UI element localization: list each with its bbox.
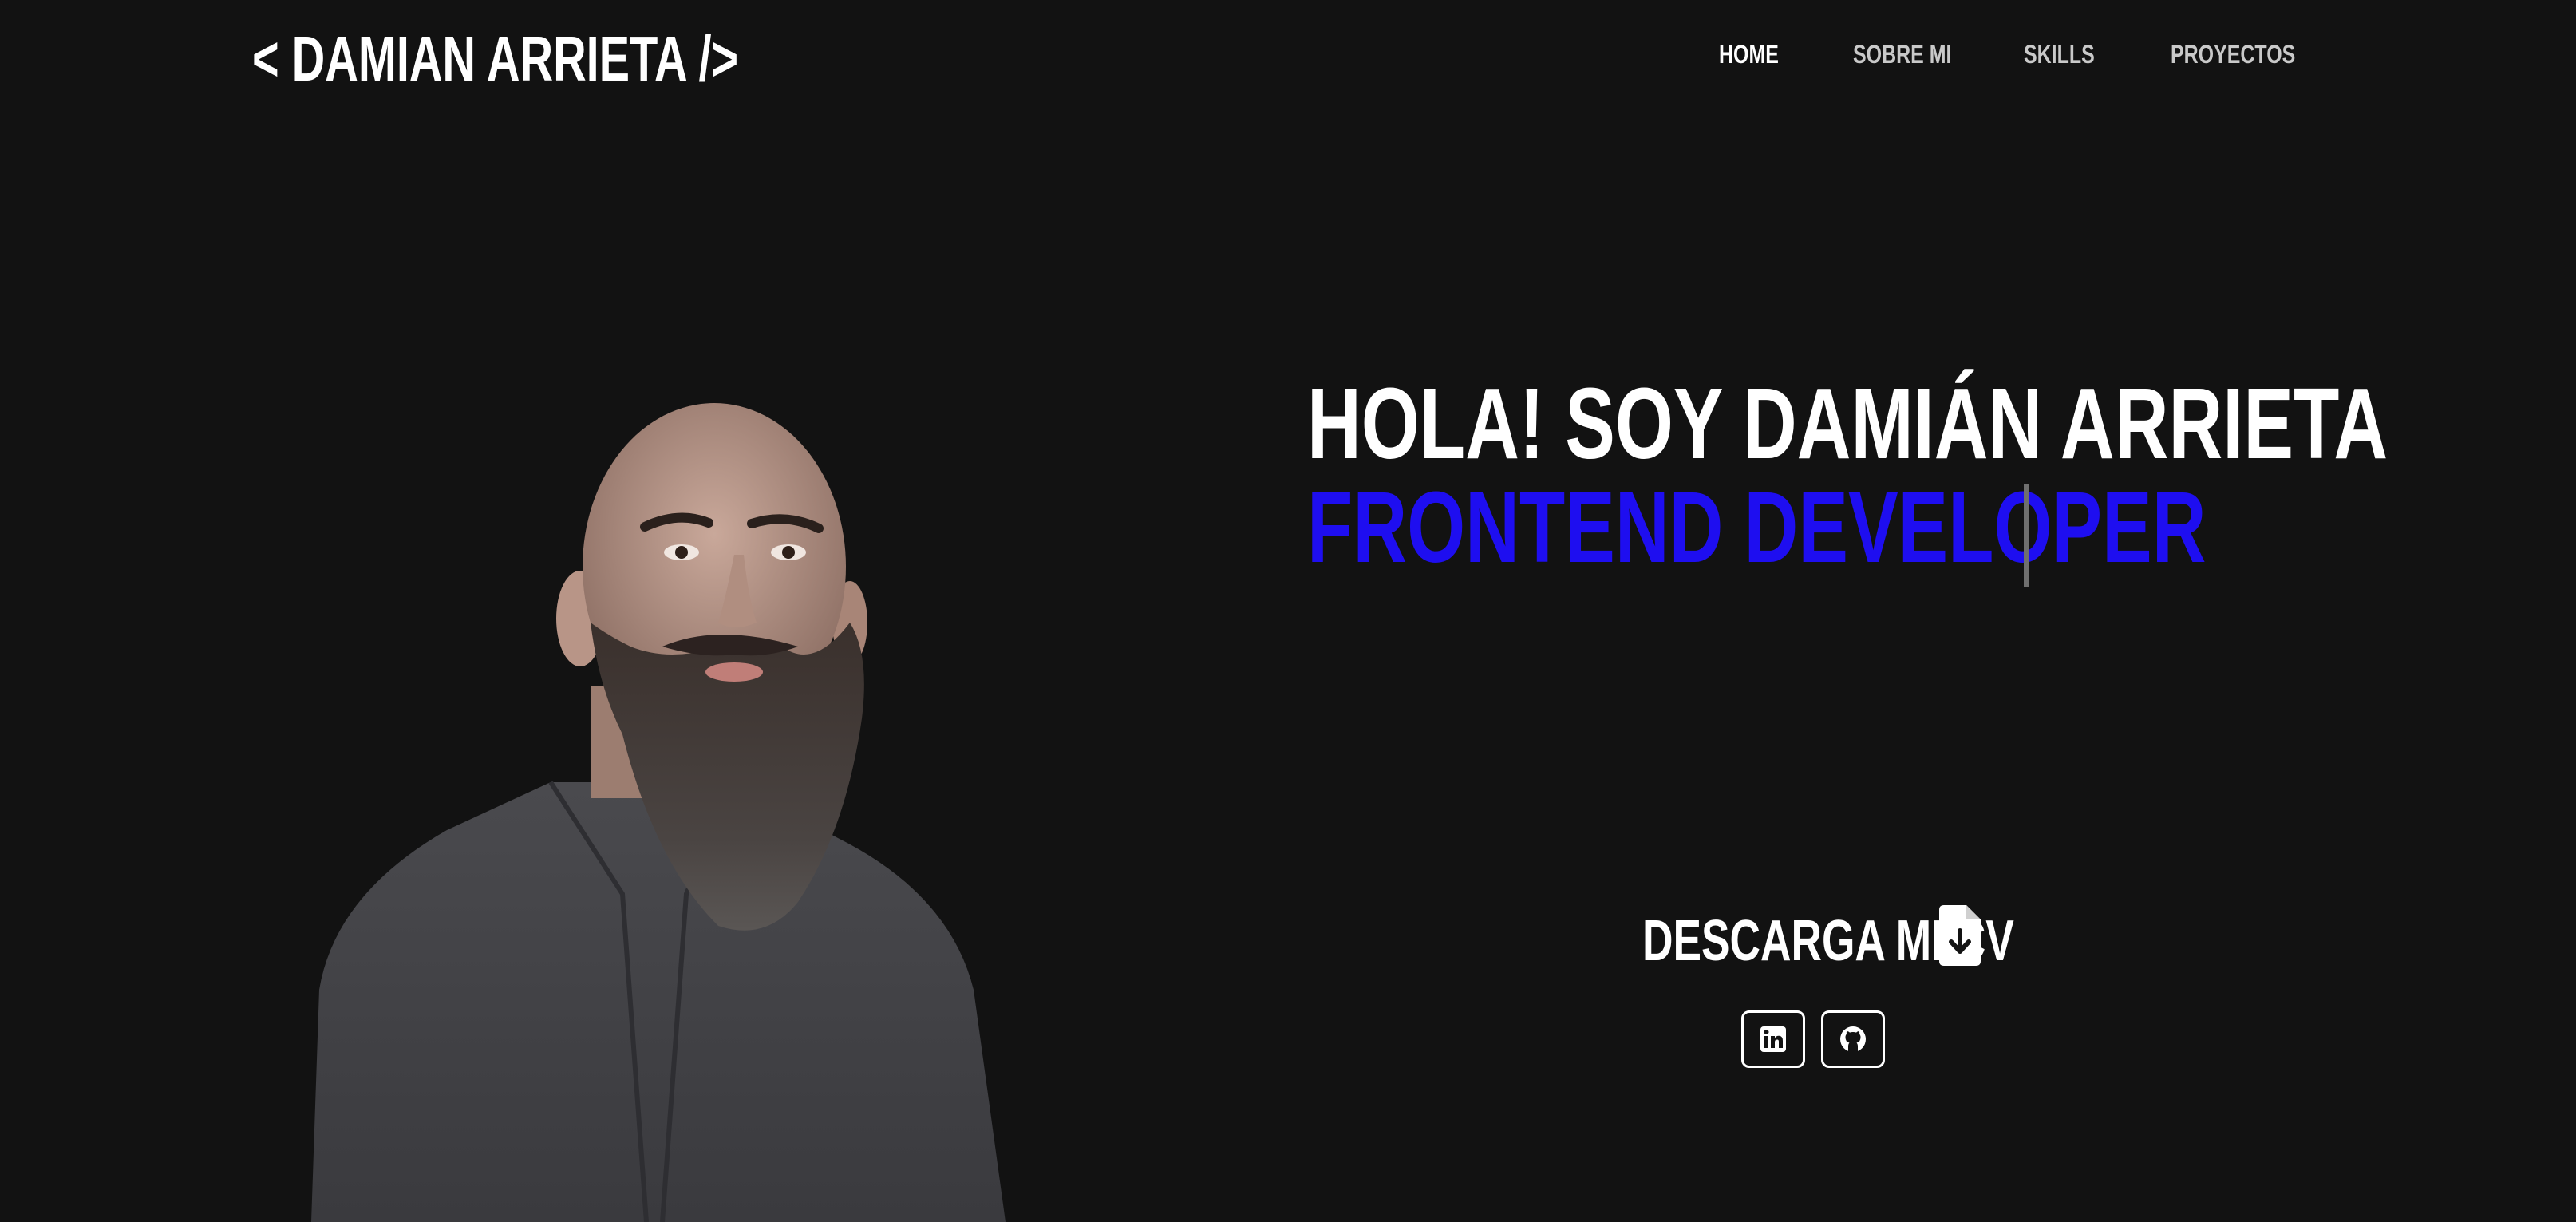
download-cv-button[interactable]: DESCARGA MI CV — [1642, 900, 2014, 980]
github-button[interactable] — [1821, 1010, 1885, 1068]
nav-item-home[interactable]: HOME — [1719, 37, 1779, 72]
landing-page: < DAMIAN ARRIETA /> HOME SOBRE MI SKILLS… — [0, 0, 2576, 1222]
hero-title: HOLA! SOY DAMIÁN ARRIETA — [1307, 367, 2388, 480]
nav-item-sobre-mi[interactable]: SOBRE MI — [1853, 37, 1951, 72]
file-download-icon — [1939, 905, 1981, 966]
nav-item-skills[interactable]: SKILLS — [2024, 37, 2095, 72]
typing-caret — [2024, 484, 2029, 587]
hero-subtitle: FRONTEND DEVELOPER — [1307, 471, 2207, 583]
linkedin-icon — [1760, 1026, 1786, 1052]
main-nav: HOME SOBRE MI SKILLS PROYECTOS — [0, 37, 2576, 72]
linkedin-button[interactable] — [1741, 1010, 1805, 1068]
nav-item-proyectos[interactable]: PROYECTOS — [2171, 37, 2295, 72]
site-header: < DAMIAN ARRIETA /> HOME SOBRE MI SKILLS… — [0, 0, 2576, 112]
profile-photo — [311, 403, 1006, 1222]
github-icon — [1840, 1026, 1866, 1052]
